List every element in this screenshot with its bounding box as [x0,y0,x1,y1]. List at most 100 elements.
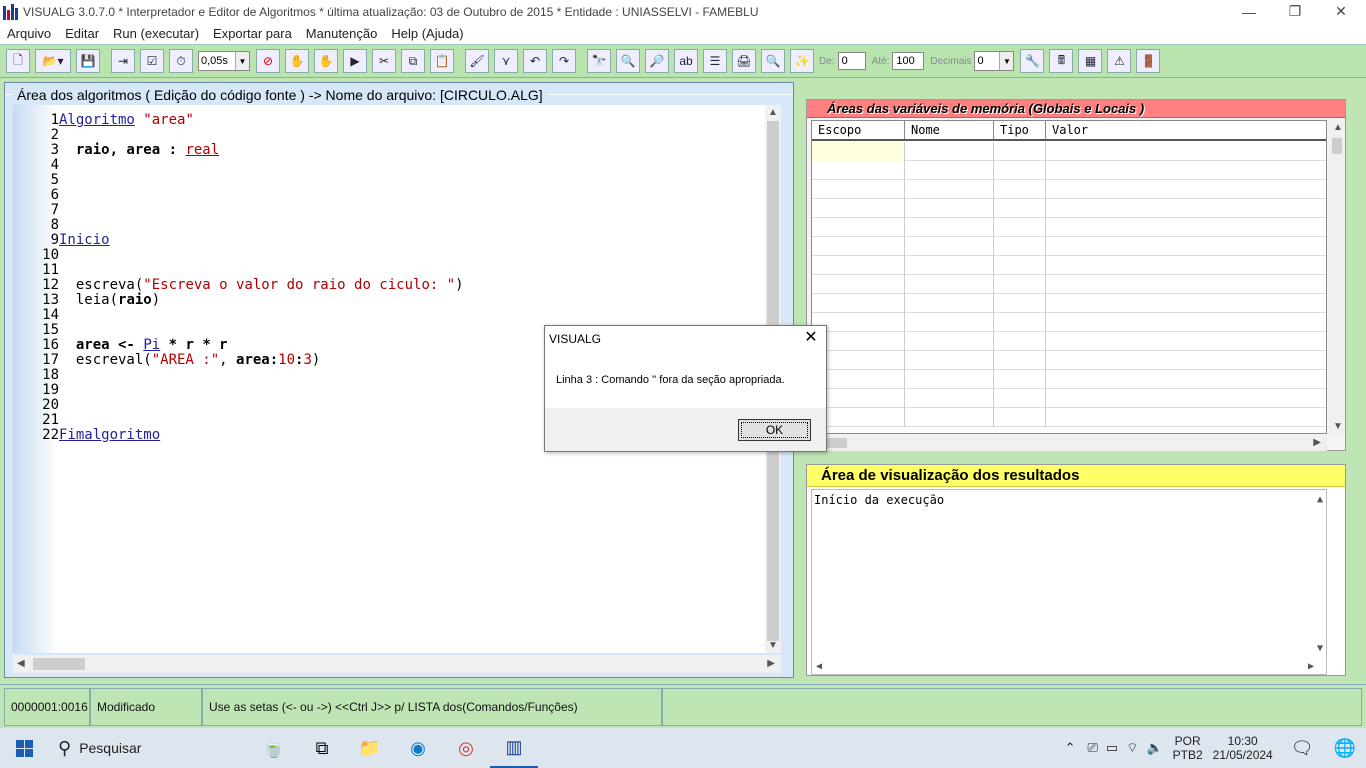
variable-row[interactable] [812,332,1326,351]
alert-icon[interactable]: ⚠ [1107,49,1132,73]
find-next-icon[interactable]: 🔍 [616,49,640,73]
variables-table[interactable]: Escopo Nome Tipo Valor [811,120,1327,434]
list-icon[interactable]: ☰ [703,49,727,73]
col-tipo[interactable]: Tipo [994,121,1046,139]
breakpoint-icon[interactable]: ✋ [314,49,338,73]
dialog-close-icon[interactable]: ✕ [802,329,820,347]
variable-row[interactable] [812,408,1326,427]
stop-icon[interactable]: ⊘ [256,49,280,73]
menu-arquivo[interactable]: Arquivo [0,26,58,41]
calculator-icon[interactable]: 🖩 [1049,49,1074,73]
exit-icon[interactable]: 🚪 [1136,49,1161,73]
notification-icon[interactable]: 🗨 [1291,738,1314,759]
undo-icon[interactable]: ↶ [523,49,547,73]
variable-row[interactable] [812,294,1326,313]
code-line[interactable]: 21 [14,413,59,428]
check-icon[interactable]: ☑ [140,49,164,73]
find-replace-icon[interactable]: 🔎 [645,49,669,73]
code-line[interactable]: 20 [14,398,59,413]
code-line[interactable]: 14 [14,308,59,323]
variable-row[interactable] [812,313,1326,332]
redo-icon[interactable]: ↷ [552,49,576,73]
variable-row[interactable] [812,142,1326,161]
code-line[interactable]: 7 [14,203,59,218]
volume-icon[interactable]: 🔈 [1146,740,1162,756]
cut-icon[interactable]: ✂ [372,49,396,73]
code-line[interactable]: 15 [14,323,59,338]
speed-select[interactable]: 0,05s ▼ [198,51,250,71]
taskbar-search[interactable]: ⚲ Pesquisar [48,728,250,768]
wand-icon[interactable]: ✨ [790,49,814,73]
copy-icon[interactable]: ⧉ [401,49,425,73]
menu-help[interactable]: Help (Ajuda) [384,26,470,41]
code-line[interactable]: 17 escreval("AREA :", area:10:3) [14,353,320,368]
paste-icon[interactable]: 📋 [430,49,454,73]
table-icon[interactable]: ▦ [1078,49,1103,73]
minimize-button[interactable]: — [1226,0,1272,23]
menu-editar[interactable]: Editar [58,26,106,41]
wifi-icon[interactable]: ⌔ [1126,740,1138,756]
code-line[interactable]: 18 [14,368,59,383]
de-input[interactable]: 0 [837,52,866,70]
file-explorer-icon[interactable]: 📁 [346,728,394,768]
indent-icon[interactable]: ⇥ [111,49,135,73]
variable-row[interactable] [812,389,1326,408]
variable-row[interactable] [812,199,1326,218]
menu-run[interactable]: Run (executar) [106,26,206,41]
clock[interactable]: 10:30 21/05/2024 [1213,734,1273,762]
variable-row[interactable] [812,275,1326,294]
ate-input[interactable]: 100 [892,52,925,70]
hand-icon[interactable]: ✋ [285,49,309,73]
col-nome[interactable]: Nome [905,121,994,139]
menu-manutencao[interactable]: Manutenção [299,26,385,41]
variables-vertical-scrollbar[interactable]: ▲ ▼ [1329,120,1345,434]
variable-row[interactable] [812,218,1326,237]
variable-row[interactable] [812,351,1326,370]
code-line[interactable]: 8 [14,218,59,233]
tools-icon[interactable]: 🔧 [1020,49,1045,73]
results-output[interactable]: Início da execução ▲ ▼ ◀ ▶ [811,489,1327,675]
code-line[interactable]: 3 raio, area : real [14,143,220,158]
code-line[interactable]: 16 area <- Pi * r * r [14,338,227,353]
decimais-select[interactable]: 0 ▼ [974,51,1015,71]
code-line[interactable]: 11 [14,263,59,278]
variable-row[interactable] [812,256,1326,275]
battery-icon[interactable]: ▭ [1106,740,1118,756]
code-line[interactable]: 6 [14,188,59,203]
variable-row[interactable] [812,180,1326,199]
code-line[interactable]: 10 [14,248,59,263]
visualg-taskbar-icon[interactable]: ▥ [490,728,538,768]
open-file-icon[interactable]: 📂▾ [35,49,71,73]
find-icon[interactable]: 🔭 [587,49,611,73]
variable-row[interactable] [812,161,1326,180]
chrome-icon[interactable]: ◎ [442,728,490,768]
edge-icon[interactable]: ◉ [394,728,442,768]
code-line[interactable]: 22Fimalgoritmo [14,428,160,443]
col-valor[interactable]: Valor [1046,121,1326,139]
task-view-icon[interactable]: ⧉ [298,728,346,768]
variables-horizontal-scrollbar[interactable]: ▶ [811,435,1327,451]
preview-icon[interactable]: 🔍 [761,49,785,73]
restore-button[interactable]: ❐ [1272,0,1318,23]
variable-row[interactable] [812,370,1326,389]
code-line[interactable]: 13 leia(raio) [14,293,160,308]
new-file-icon[interactable]: 🗋 [6,49,30,73]
paint-icon[interactable]: 🖌 [465,49,489,73]
code-line[interactable]: 19 [14,383,59,398]
dialog-ok-button[interactable]: OK [738,419,811,441]
merge-icon[interactable]: ⋎ [494,49,518,73]
code-line[interactable]: 9Inicio [14,233,110,248]
menu-exportar[interactable]: Exportar para [206,26,299,41]
save-icon[interactable]: 💾 [76,49,100,73]
language-indicator[interactable]: POR PTB2 [1173,734,1203,762]
col-escopo[interactable]: Escopo [812,121,905,139]
code-line[interactable]: 12 escreva("Escreva o valor do raio do c… [14,278,463,293]
code-line[interactable]: 2 [14,128,59,143]
close-button[interactable]: ✕ [1318,0,1364,23]
tray-device-icon[interactable]: ⎚ [1088,740,1098,756]
variable-row[interactable] [812,237,1326,256]
code-line[interactable]: 4 [14,158,59,173]
print-icon[interactable]: 🖨 [732,49,756,73]
run-icon[interactable]: ▶ [343,49,367,73]
code-line[interactable]: 5 [14,173,59,188]
